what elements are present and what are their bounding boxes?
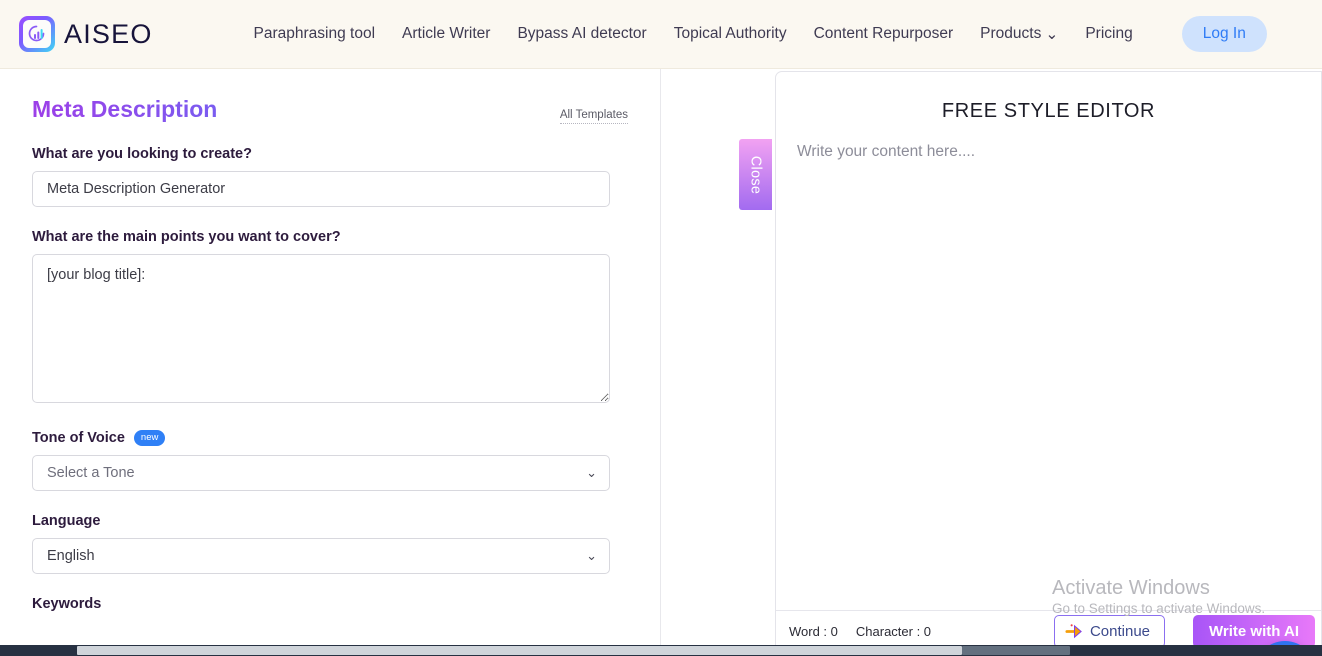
nav-link-products[interactable]: Products ⌄ bbox=[980, 25, 1058, 44]
word-count: Word : 0 bbox=[789, 624, 838, 639]
editor-title: FREE STYLE EDITOR bbox=[941, 100, 1156, 122]
nav-links: Paraphrasing tool Article Writer Bypass … bbox=[254, 16, 1267, 52]
aiseo-logo-icon bbox=[19, 16, 55, 52]
new-badge: new bbox=[133, 430, 166, 446]
chevron-down-icon: ⌄ bbox=[1045, 25, 1059, 43]
brand-logo[interactable]: AISEO bbox=[19, 16, 153, 52]
keywords-field-label: Keywords bbox=[32, 596, 102, 612]
tone-select[interactable]: Select a Tone ⌄ bbox=[32, 455, 610, 491]
bar-chart-icon bbox=[28, 25, 44, 42]
orange-arrow-right-icon bbox=[1065, 624, 1082, 639]
form-header: Meta Description All Templates bbox=[32, 96, 628, 124]
horizontal-scrollbar-thumb[interactable] bbox=[77, 646, 962, 655]
brand-name: AISEO bbox=[64, 18, 153, 49]
login-button[interactable]: Log In bbox=[1181, 16, 1267, 52]
tone-field-label: Tone of Voice new bbox=[32, 430, 628, 446]
nav-link-pricing[interactable]: Pricing bbox=[1085, 25, 1132, 43]
tone-label-text: Tone of Voice bbox=[32, 430, 125, 446]
chevron-down-icon: ⌄ bbox=[586, 548, 597, 563]
nav-link-bypass-ai-detector[interactable]: Bypass AI detector bbox=[517, 25, 646, 43]
chevron-down-icon: ⌄ bbox=[586, 465, 597, 480]
language-select[interactable]: English ⌄ bbox=[32, 538, 610, 574]
main-points-textarea[interactable] bbox=[32, 254, 610, 403]
main-points-field-label: What are the main points you want to cov… bbox=[32, 229, 341, 245]
top-navbar: AISEO Paraphrasing tool Article Writer B… bbox=[0, 0, 1322, 69]
nav-link-content-repurposer[interactable]: Content Repurposer bbox=[814, 25, 954, 43]
language-select-value: English bbox=[47, 548, 95, 564]
editor-content-area[interactable]: Write your content here.... bbox=[776, 143, 1321, 573]
nav-link-products-label: Products bbox=[980, 25, 1042, 42]
tone-select-value: Select a Tone bbox=[47, 465, 135, 481]
main-content: Meta Description All Templates What are … bbox=[0, 69, 1322, 656]
close-panel-tab-label: Close bbox=[747, 155, 764, 194]
nav-link-paraphrasing-tool[interactable]: Paraphrasing tool bbox=[254, 25, 376, 43]
close-panel-tab[interactable]: Close bbox=[739, 139, 772, 210]
all-templates-link[interactable]: All Templates bbox=[559, 109, 628, 124]
continue-button[interactable]: Continue bbox=[1053, 615, 1165, 648]
app-root: AISEO Paraphrasing tool Article Writer B… bbox=[0, 0, 1322, 656]
create-field-label: What are you looking to create? bbox=[32, 146, 252, 162]
nav-link-topical-authority[interactable]: Topical Authority bbox=[674, 25, 787, 43]
horizontal-scrollbar-thumb-secondary[interactable] bbox=[962, 646, 1070, 655]
horizontal-scrollbar[interactable] bbox=[0, 645, 1322, 656]
free-style-editor-panel: FREE STYLE EDITOR Write your content her… bbox=[775, 71, 1322, 653]
create-input[interactable] bbox=[32, 171, 610, 207]
continue-button-label: Continue bbox=[1089, 623, 1150, 640]
aiseo-logo-glyph bbox=[23, 20, 51, 48]
character-count: Character : 0 bbox=[855, 624, 932, 639]
template-form-panel: Meta Description All Templates What are … bbox=[0, 69, 661, 649]
nav-link-article-writer[interactable]: Article Writer bbox=[402, 25, 490, 43]
language-field-label: Language bbox=[32, 513, 101, 529]
page-title: Meta Description bbox=[32, 96, 218, 122]
